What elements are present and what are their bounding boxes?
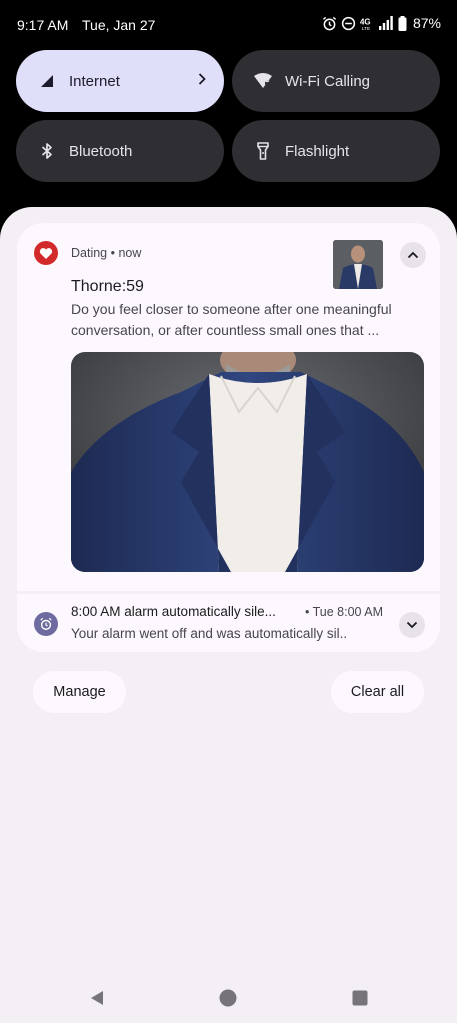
flashlight-tile[interactable]: Flashlight <box>232 120 440 182</box>
manage-button[interactable]: Manage <box>33 671 126 713</box>
flashlight-icon <box>253 141 273 161</box>
svg-text:LTE: LTE <box>362 26 370 31</box>
clear-all-button[interactable]: Clear all <box>331 671 424 713</box>
notification-body: Do you feel closer to someone after one … <box>71 301 392 338</box>
internet-tile[interactable]: Internet <box>16 50 224 112</box>
signal-icon <box>378 16 394 30</box>
alarm-notification-body: Your alarm went off and was automaticall… <box>71 626 348 641</box>
sender-thumbnail <box>333 240 383 289</box>
notification-title: Thorne:59 <box>71 278 144 295</box>
bluetooth-icon <box>37 141 57 161</box>
back-icon[interactable] <box>88 989 106 1012</box>
wifi-calling-icon <box>253 71 273 91</box>
alarm-notification[interactable]: 8:00 AM alarm automatically sile... • Tu… <box>17 594 440 652</box>
alarm-notification-time: • Tue 8:00 AM <box>305 605 384 619</box>
bluetooth-tile-label: Bluetooth <box>69 142 133 160</box>
recents-icon[interactable] <box>352 990 368 1011</box>
do-not-disturb-icon <box>341 16 356 31</box>
collapse-button[interactable] <box>400 242 426 268</box>
status-date: Tue, Jan 27 <box>82 17 156 33</box>
dating-notification[interactable]: Dating • now Thorne:59 Do you feel close… <box>17 223 440 591</box>
internet-tile-label: Internet <box>69 72 120 90</box>
alarm-notification-title: 8:00 AM alarm automatically sile... <box>71 604 276 619</box>
wifi-calling-tile-label: Wi-Fi Calling <box>285 72 371 90</box>
status-icons: 4G LTE 87% <box>322 15 441 31</box>
bluetooth-tile[interactable]: Bluetooth <box>16 120 224 182</box>
signal-icon <box>37 71 57 91</box>
svg-text:4G: 4G <box>360 17 371 26</box>
status-time: 9:17 AM <box>17 17 69 33</box>
expand-button[interactable] <box>399 612 425 638</box>
home-icon[interactable] <box>219 989 237 1012</box>
notification-image <box>71 352 424 572</box>
alarm-icon <box>322 16 337 31</box>
flashlight-tile-label: Flashlight <box>285 142 350 160</box>
navigation-bar <box>0 975 457 1023</box>
wifi-calling-tile[interactable]: Wi-Fi Calling <box>232 50 440 112</box>
battery-percent: 87% <box>412 15 441 31</box>
chevron-right-icon <box>197 72 207 90</box>
4g-lte-icon: 4G LTE <box>360 16 375 31</box>
status-bar: 9:17 AM Tue, Jan 27 4G LTE 87% <box>0 0 457 48</box>
alarm-clock-icon <box>34 612 58 636</box>
chevron-down-icon <box>406 616 418 634</box>
dating-app-icon <box>34 241 58 265</box>
battery-icon <box>398 15 407 31</box>
chevron-up-icon <box>407 246 419 264</box>
notification-app-header: Dating • now <box>71 246 142 260</box>
